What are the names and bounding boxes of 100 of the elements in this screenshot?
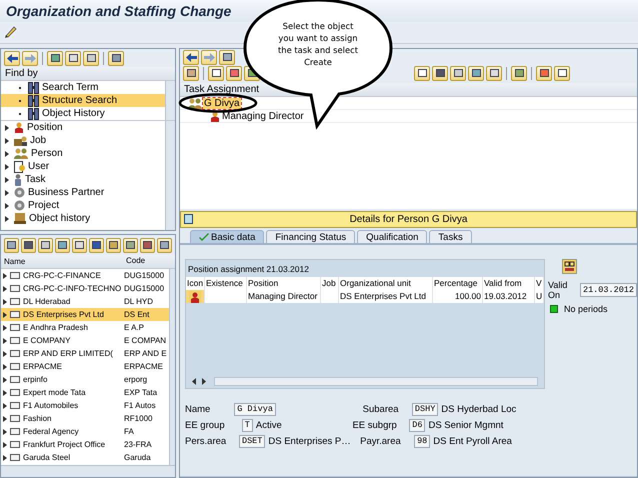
find-by-item[interactable]: Structure Search: [1, 94, 165, 107]
toolbar-button[interactable]: [486, 66, 502, 80]
gear-icon: [14, 200, 25, 211]
table-cell: U: [535, 290, 544, 303]
toolbar-button[interactable]: [108, 50, 124, 66]
tab[interactable]: Qualification: [357, 230, 428, 243]
tree-node[interactable]: G Divya: [203, 98, 241, 108]
result-row[interactable]: F1 Automobiles F1 Autos: [1, 399, 169, 412]
toolbar-button[interactable]: [208, 66, 224, 80]
details-icon: [184, 214, 193, 224]
toolbar-button[interactable]: [157, 238, 172, 252]
scroll-arrows-icon[interactable]: [192, 378, 206, 385]
scrollbar[interactable]: [169, 269, 175, 465]
tree-node[interactable]: Managing Director: [221, 110, 305, 122]
toolbar-button[interactable]: [450, 66, 466, 80]
toolbar-button[interactable]: [183, 66, 199, 80]
tab[interactable]: Basic data: [190, 230, 264, 243]
result-row[interactable]: E COMPANY E COMPAN: [1, 334, 169, 347]
find-by-item[interactable]: Object History: [1, 107, 165, 120]
result-row[interactable]: CRG-PC-C-FINANCE DUG15000: [1, 269, 169, 282]
find-by-item[interactable]: Search Term: [1, 81, 165, 94]
column-header[interactable]: Organizational unit: [339, 277, 433, 290]
toolbar-button[interactable]: [38, 238, 53, 252]
input-field[interactable]: 98: [414, 435, 430, 448]
toolbar-button[interactable]: [89, 238, 104, 252]
result-row[interactable]: erpinfo erporg: [1, 373, 169, 386]
column-header[interactable]: Position: [247, 277, 321, 290]
toolbar-button[interactable]: [226, 66, 242, 80]
result-row[interactable]: ERPACME ERPACME: [1, 360, 169, 373]
result-row[interactable]: Frankfurt Project Office 23-FRA: [1, 438, 169, 451]
toolbar-button[interactable]: [511, 66, 527, 80]
pencil-icon[interactable]: [4, 25, 18, 38]
input-field[interactable]: D6: [409, 419, 426, 432]
callout-text: Select the object you want to assign the task and select Create: [276, 20, 359, 68]
result-row[interactable]: Expert mode Tata EXP Tata: [1, 386, 169, 399]
toolbar-button[interactable]: [468, 66, 484, 80]
tab[interactable]: Financing Status: [266, 230, 356, 243]
toolbar-button[interactable]: [55, 238, 70, 252]
input-field[interactable]: DSET: [238, 435, 266, 448]
column-header[interactable]: Icon: [186, 277, 205, 290]
column-header[interactable]: Valid from: [483, 277, 535, 290]
scrollbar[interactable]: [165, 81, 175, 120]
toolbar-button[interactable]: [83, 50, 99, 66]
result-row[interactable]: ERP AND ERP LIMITED( ERP AND E: [1, 347, 169, 360]
table-cell: CRG-PC-C-INFO-TECHNO: [23, 284, 122, 293]
object-type-item[interactable]: Business Partner: [1, 186, 165, 199]
binoculars-icon: [28, 82, 39, 94]
table-cell: DL Hderabad: [23, 297, 70, 306]
table-cell: erpinfo: [23, 375, 48, 384]
object-type-item[interactable]: Position: [1, 121, 165, 134]
result-row[interactable]: CRG-PC-C-INFO-TECHNO DUG15000: [1, 282, 169, 295]
input-field[interactable]: DSHY: [412, 403, 438, 416]
column-header[interactable]: Existence: [205, 277, 247, 290]
person-icon: [14, 148, 28, 159]
toolbar-button[interactable]: [432, 66, 448, 80]
scrollbar[interactable]: [214, 377, 538, 386]
input-field[interactable]: T: [242, 419, 253, 432]
scrollbar[interactable]: [165, 121, 175, 230]
result-row[interactable]: E Andhra Pradesh E A.P: [1, 321, 169, 334]
column-header[interactable]: Name: [1, 255, 123, 268]
toolbar-button[interactable]: [106, 238, 121, 252]
table-cell-text: 23-FRA: [123, 440, 153, 449]
result-row[interactable]: Garuda Steel Garuda: [1, 451, 169, 464]
object-type-item[interactable]: Job: [1, 134, 165, 147]
scrollbar[interactable]: [1, 465, 175, 477]
toolbar-button[interactable]: [21, 238, 36, 252]
window-title: Organization and Staffing Change: [6, 3, 232, 19]
toolbar-button[interactable]: [123, 238, 138, 252]
result-row[interactable]: Fashion RF1000: [1, 412, 169, 425]
result-row[interactable]: DS Enterprises Pvt Ltd DS Ent: [1, 308, 169, 321]
column-header[interactable]: Percentage: [433, 277, 483, 290]
object-type-item[interactable]: User: [1, 160, 165, 173]
toolbar-button[interactable]: [554, 66, 570, 80]
object-type-item[interactable]: Project: [1, 199, 165, 212]
back-button[interactable]: [4, 50, 20, 66]
toolbar-button[interactable]: [65, 50, 81, 66]
toolbar-button[interactable]: [4, 238, 19, 252]
object-type-item[interactable]: Person: [1, 147, 165, 160]
toolbar-button[interactable]: [536, 66, 552, 80]
expand-icon: [5, 124, 9, 130]
back-button[interactable]: [183, 50, 199, 64]
toolbar-button[interactable]: [414, 66, 430, 80]
tab[interactable]: Tasks: [429, 230, 472, 243]
column-header[interactable]: Code: [123, 255, 169, 268]
column-header[interactable]: V: [535, 277, 544, 290]
position-icon: [189, 290, 201, 302]
toolbar-button[interactable]: [219, 50, 235, 64]
object-type-item[interactable]: Task: [1, 173, 165, 186]
column-header[interactable]: Job: [321, 277, 339, 290]
expand-icon: [5, 202, 9, 208]
result-row[interactable]: Federal Agency FA: [1, 425, 169, 438]
toolbar-button[interactable]: [140, 238, 155, 252]
date-field[interactable]: 21.03.2012: [580, 283, 637, 297]
table-cell-text: F1 Autos: [123, 401, 157, 410]
toolbar-button[interactable]: [47, 50, 63, 66]
object-type-item[interactable]: Object history: [1, 212, 165, 225]
input-field[interactable]: G Divya: [234, 403, 276, 416]
table-cell: Managing Director: [247, 290, 321, 303]
field-description: DS Ent Pyroll Area: [432, 436, 513, 447]
toolbar-button[interactable]: [72, 238, 87, 252]
